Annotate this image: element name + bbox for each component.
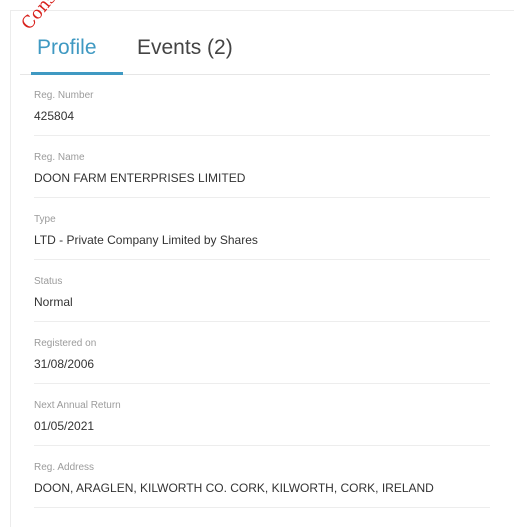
field-label: Reg. Number <box>34 90 94 101</box>
tab-profile[interactable]: Profile <box>37 32 97 64</box>
field-value: Normal <box>34 295 73 309</box>
field-label: Next Annual Return <box>34 400 121 411</box>
tab-bar: Profile Events (2) <box>20 24 490 75</box>
field-status: Status Normal <box>34 260 490 322</box>
tab-events[interactable]: Events (2) <box>137 32 233 64</box>
field-reg-number: Reg. Number 425804 <box>34 74 490 136</box>
field-value: 425804 <box>34 109 75 123</box>
field-registered-on: Registered on 31/08/2006 <box>34 322 490 384</box>
field-value: DOON, ARAGLEN, KILWORTH CO. CORK, KILWOR… <box>34 481 434 495</box>
field-reg-name: Reg. Name DOON FARM ENTERPRISES LIMITED <box>34 136 490 198</box>
field-label: Type <box>34 214 56 225</box>
field-value: DOON FARM ENTERPRISES LIMITED <box>34 171 246 185</box>
field-label: Reg. Address <box>34 462 95 473</box>
field-value: 31/08/2006 <box>34 357 95 371</box>
field-label: Reg. Name <box>34 152 85 163</box>
field-value: LTD - Private Company Limited by Shares <box>34 233 258 247</box>
field-type: Type LTD - Private Company Limited by Sh… <box>34 198 490 260</box>
field-reg-address: Reg. Address DOON, ARAGLEN, KILWORTH CO.… <box>34 446 490 508</box>
field-label: Status <box>34 276 63 287</box>
field-label: Registered on <box>34 338 97 349</box>
field-next-annual-return: Next Annual Return 01/05/2021 <box>34 384 490 446</box>
field-value: 01/05/2021 <box>34 419 95 433</box>
